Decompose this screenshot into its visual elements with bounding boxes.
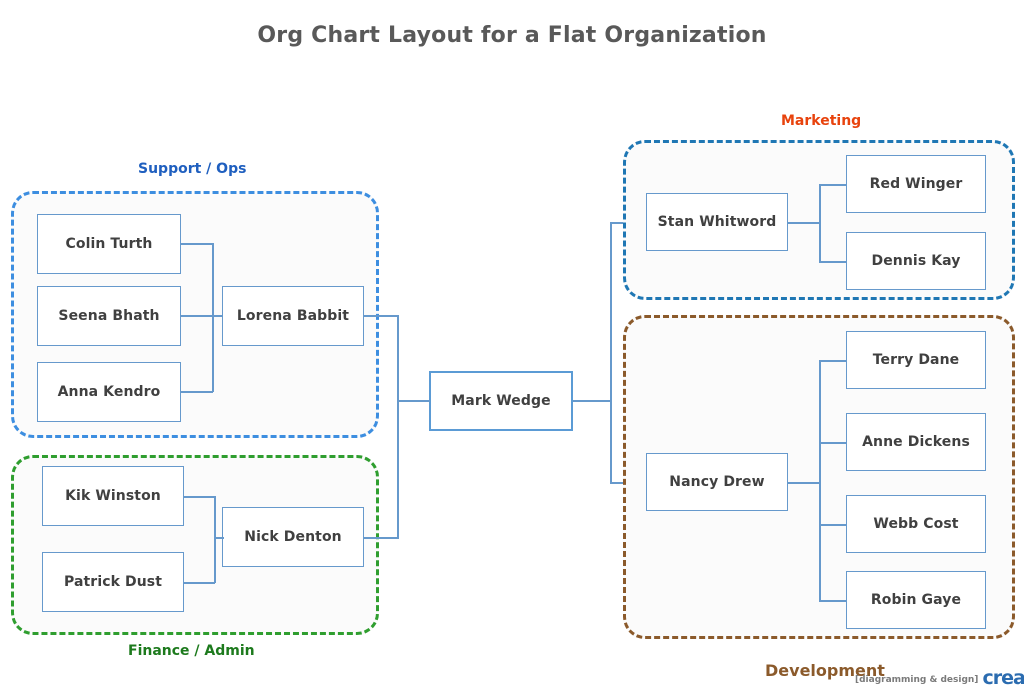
connector-stem-to-terry — [819, 360, 847, 362]
connector-marketing-stem — [819, 184, 821, 261]
connector-seena-to-stem — [181, 315, 222, 317]
connector-anna-to-stem — [181, 391, 213, 393]
connector-left-trunk-to-root — [397, 400, 430, 402]
node-seena-bhath[interactable]: Seena Bhath — [37, 286, 181, 346]
node-kik-winston[interactable]: Kik Winston — [42, 466, 184, 526]
connector-left-trunk — [397, 315, 399, 538]
connector-finance-stem — [214, 496, 216, 583]
group-label-support-ops: Support / Ops — [138, 161, 247, 177]
connector-colin-to-stem — [181, 243, 213, 245]
connector-stem-to-red — [819, 184, 847, 186]
connector-stem-to-dennis — [819, 261, 847, 263]
node-red-winger[interactable]: Red Winger — [846, 155, 986, 213]
node-webb-cost[interactable]: Webb Cost — [846, 495, 986, 553]
connector-stem-to-robin — [819, 600, 847, 602]
org-chart-canvas: Org Chart Layout for a Flat Organization… — [0, 0, 1024, 692]
connector-development-stem — [819, 360, 821, 601]
connector-right-trunk — [610, 222, 612, 483]
group-label-marketing: Marketing — [781, 113, 862, 129]
watermark-brand-part1: create — [982, 667, 1024, 689]
node-lorena-babbit[interactable]: Lorena Babbit — [222, 286, 364, 346]
node-terry-dane[interactable]: Terry Dane — [846, 331, 986, 389]
node-robin-gaye[interactable]: Robin Gaye — [846, 571, 986, 629]
connector-patrick-to-stem — [184, 582, 215, 584]
connector-stem-to-anne — [819, 442, 847, 444]
group-label-finance-admin: Finance / Admin — [128, 643, 255, 659]
node-anna-kendro[interactable]: Anna Kendro — [37, 362, 181, 422]
connector-stan-to-stem — [788, 222, 821, 224]
page-title: Org Chart Layout for a Flat Organization — [257, 23, 767, 48]
node-nancy-drew[interactable]: Nancy Drew — [646, 453, 788, 511]
watermark-brand: creately ✦ — [982, 669, 1024, 688]
connector-lorena-to-trunk — [364, 315, 399, 317]
node-colin-turth[interactable]: Colin Turth — [37, 214, 181, 274]
connector-nick-to-trunk — [364, 537, 399, 539]
node-mark-wedge[interactable]: Mark Wedge — [429, 371, 573, 431]
connector-stem-to-nick — [214, 537, 224, 539]
creately-watermark: [diagramming & design] creately ✦ .com — [855, 660, 1024, 688]
connector-support-stem — [212, 243, 214, 392]
watermark-tagline: [diagramming & design] — [855, 675, 979, 685]
connector-kik-to-stem — [184, 496, 215, 498]
connector-nancy-to-stem — [788, 482, 821, 484]
connector-stem-to-webb — [819, 524, 847, 526]
node-anne-dickens[interactable]: Anne Dickens — [846, 413, 986, 471]
node-patrick-dust[interactable]: Patrick Dust — [42, 552, 184, 612]
node-stan-whitword[interactable]: Stan Whitword — [646, 193, 788, 251]
node-dennis-kay[interactable]: Dennis Kay — [846, 232, 986, 290]
node-nick-denton[interactable]: Nick Denton — [222, 507, 364, 567]
connector-root-to-right-trunk — [573, 400, 612, 402]
